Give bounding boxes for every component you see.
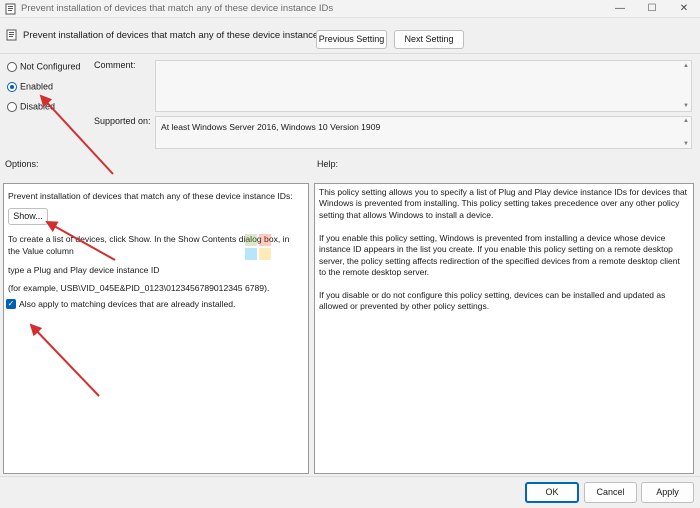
help-line: Windows is prevented from installing. Th…	[319, 198, 680, 209]
radio-disabled-label: Disabled	[20, 101, 56, 112]
comment-scrollbar[interactable]: ▲ ▼	[682, 61, 691, 111]
options-para1-line1: To create a list of devices, click Show.…	[8, 234, 290, 244]
help-line: setting that allows Windows to install a…	[319, 209, 494, 220]
help-line: instance ID appears in the list you crea…	[319, 244, 673, 255]
comment-label: Comment:	[94, 60, 136, 70]
supported-scrollbar[interactable]: ▲ ▼	[682, 117, 691, 148]
help-line: to the remote desktop server.	[319, 267, 430, 278]
header-divider	[0, 53, 700, 54]
apply-to-installed-checkbox-row[interactable]: ✓ Also apply to matching devices that are…	[6, 298, 235, 310]
options-heading: Options:	[5, 159, 39, 169]
help-line: allowed or prevented by other policy set…	[319, 301, 490, 312]
scroll-up-icon[interactable]: ▲	[683, 63, 689, 69]
policy-setting-icon	[6, 29, 17, 41]
help-paragraph-1: This policy setting allows you to specif…	[319, 187, 687, 221]
apply-to-installed-label: Also apply to matching devices that are …	[19, 299, 236, 309]
minimize-button[interactable]: —	[604, 0, 636, 18]
radio-disabled-circle[interactable]	[7, 101, 17, 112]
help-paragraph-3: If you disable or do not configure this …	[319, 290, 665, 313]
options-para1-line2: the Value column	[8, 246, 74, 256]
footer-divider	[0, 476, 700, 477]
comment-textarea[interactable]: ▲ ▼	[155, 60, 692, 112]
help-panel: This policy setting allows you to specif…	[314, 183, 694, 474]
show-button[interactable]: Show...	[8, 208, 48, 225]
policy-app-icon	[5, 3, 16, 15]
help-line: If you disable or do not configure this …	[319, 290, 666, 300]
radio-not-configured-circle[interactable]	[7, 61, 17, 72]
cancel-button[interactable]: Cancel	[584, 482, 637, 503]
radio-not-configured[interactable]: Not Configured	[7, 61, 81, 75]
help-paragraph-2: If you enable this policy setting, Windo…	[319, 233, 680, 279]
ok-button[interactable]: OK	[525, 482, 579, 503]
help-heading: Help:	[317, 159, 339, 169]
help-line: This policy setting allows you to specif…	[319, 187, 688, 197]
help-line: If you enable this policy setting, Windo…	[319, 233, 666, 243]
supported-on-label: Supported on:	[94, 116, 151, 126]
window-title: Prevent installation of devices that mat…	[21, 3, 334, 14]
previous-setting-button[interactable]: Previous Setting	[316, 30, 387, 49]
help-line: server, the policy setting affects redir…	[319, 255, 680, 266]
supported-on-box: At least Windows Server 2016, Windows 10…	[155, 116, 692, 149]
radio-enabled-label: Enabled	[20, 81, 54, 92]
title-bar: Prevent installation of devices that mat…	[0, 0, 700, 18]
options-line1: Prevent installation of devices that mat…	[8, 191, 293, 201]
options-para2: type a Plug and Play device instance ID	[8, 265, 160, 275]
maximize-button[interactable]: ☐	[636, 0, 668, 18]
next-setting-button[interactable]: Next Setting	[394, 30, 464, 49]
radio-not-configured-label: Not Configured	[20, 61, 81, 72]
supported-on-value: At least Windows Server 2016, Windows 10…	[161, 122, 381, 132]
scroll-down-icon[interactable]: ▼	[683, 141, 689, 147]
radio-enabled-circle[interactable]	[7, 81, 17, 92]
radio-disabled[interactable]: Disabled	[7, 101, 55, 115]
scroll-down-icon[interactable]: ▼	[683, 103, 689, 109]
setting-title: Prevent installation of devices that mat…	[23, 30, 336, 41]
close-button[interactable]: ✕	[668, 0, 700, 18]
options-panel: Prevent installation of devices that mat…	[3, 183, 309, 474]
options-para3: (for example, USB\VID_045E&PID_0123\0123…	[8, 283, 270, 293]
apply-button[interactable]: Apply	[641, 482, 694, 503]
radio-enabled[interactable]: Enabled	[7, 81, 53, 95]
scroll-up-icon[interactable]: ▲	[683, 118, 689, 124]
checkbox-check-icon[interactable]: ✓	[6, 299, 16, 309]
